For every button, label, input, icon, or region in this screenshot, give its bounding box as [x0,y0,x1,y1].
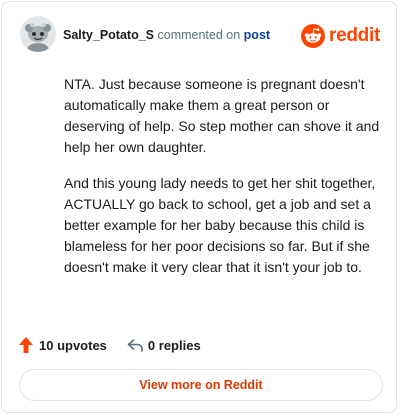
comment-body: NTA. Just because someone is pregnant do… [64,74,386,293]
comment-byline: Salty_Potato_S commented on post [63,28,270,42]
username-link[interactable]: Salty_Potato_S [63,28,154,42]
replies-count: 0 replies [147,337,201,353]
commented-on-label: commented on [157,28,241,42]
reddit-brand[interactable]: reddit [301,23,380,49]
reddit-logo-icon [301,24,326,48]
post-link[interactable]: post [244,28,270,42]
replies-control[interactable]: 0 replies [127,338,201,353]
comment-paragraph: And this young lady needs to get her shi… [64,175,376,275]
upvote-arrow-icon [19,337,33,353]
upvotes-control[interactable]: 10 upvotes [18,336,107,354]
comment-paragraph: NTA. Just because someone is pregnant do… [64,76,380,155]
user-avatar-icon[interactable] [20,16,56,52]
reply-arrow-icon [127,339,143,352]
upvotes-count: 10 upvotes [39,337,107,353]
comment-header: Salty_Potato_S commented on post reddit [20,16,382,54]
comment-footer: 10 upvotes 0 replies [18,335,201,355]
view-more-button[interactable]: View more on Reddit [19,369,383,401]
reddit-wordmark: reddit [329,25,380,46]
comment-embed-card: Salty_Potato_S commented on post reddit … [1,1,397,413]
